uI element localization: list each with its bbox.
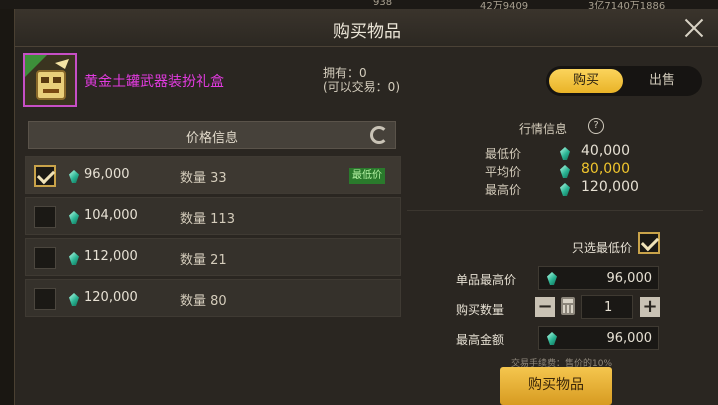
item-thumbnail: [23, 53, 77, 107]
gem-icon: [547, 272, 557, 285]
row-qty: 数量 113: [180, 208, 235, 227]
row-qty-value: 21: [210, 253, 227, 268]
sell-tab[interactable]: 出售: [625, 69, 699, 93]
row-price: 104,000: [84, 208, 138, 223]
gem-icon: [69, 170, 79, 183]
gift-box-icon: [25, 55, 75, 105]
market-avg-label: 平均价: [485, 165, 522, 179]
max-total-value: 96,000: [606, 331, 653, 346]
currency-c: 3亿7140万1886: [588, 1, 666, 9]
close-icon[interactable]: [681, 15, 707, 41]
market-min-label: 最低价: [485, 147, 522, 161]
quantity-label: 购买数量: [456, 303, 505, 317]
row-checkbox[interactable]: [34, 165, 56, 187]
gem-icon: [560, 165, 570, 178]
price-info-header: 价格信息: [28, 121, 396, 149]
lowest-price-badge: 最低价: [349, 168, 385, 184]
max-total-input[interactable]: 96,000: [538, 326, 659, 350]
gem-icon: [69, 293, 79, 306]
row-qty-label: 数量: [180, 212, 207, 227]
price-row[interactable]: 96,000 数量 33 最低价: [25, 156, 401, 194]
max-total-label: 最高金额: [456, 333, 505, 347]
gem-icon: [547, 332, 557, 345]
dialog-title: 购买物品: [333, 22, 401, 42]
gem-icon: [560, 147, 570, 160]
row-price: 96,000: [84, 167, 130, 182]
market-info-title: 行情信息: [519, 122, 568, 136]
row-qty-label: 数量: [180, 253, 207, 268]
row-qty-value: 33: [210, 171, 227, 186]
market-max-label: 最高价: [485, 183, 522, 197]
divider: [407, 210, 703, 211]
buy-tab[interactable]: 购买: [549, 69, 623, 93]
row-qty-label: 数量: [180, 294, 207, 309]
market-min-value: 40,000: [581, 143, 630, 159]
help-icon[interactable]: ?: [588, 118, 604, 134]
unit-max-price-value: 96,000: [606, 271, 653, 286]
owned-count: 拥有：0 (可以交易：0): [323, 66, 400, 94]
only-lowest-label: 只选最低价: [572, 241, 633, 255]
row-qty: 数量 21: [180, 249, 227, 268]
row-checkbox[interactable]: [34, 288, 56, 310]
row-price: 120,000: [84, 290, 138, 305]
item-name: 黄金土罐武器装扮礼盒: [84, 74, 224, 90]
currency-b: 42万9409: [480, 1, 529, 9]
unit-max-price-input[interactable]: 96,000: [538, 266, 659, 290]
refresh-icon[interactable]: [370, 126, 388, 144]
calculator-icon[interactable]: [561, 297, 575, 315]
owned-line: 拥有：0: [323, 66, 367, 80]
gem-icon: [69, 252, 79, 265]
price-info-panel: 价格信息 96,000 数量 33 最低价 104,000 数量 113 112…: [25, 120, 401, 317]
row-qty: 数量 80: [180, 290, 227, 309]
row-qty-label: 数量: [180, 171, 207, 186]
price-info-title: 价格信息: [185, 131, 238, 146]
market-avg-value: 80,000: [581, 161, 630, 177]
market-max-value: 120,000: [581, 179, 639, 195]
currency-a: 938: [373, 0, 393, 8]
gem-icon: [69, 211, 79, 224]
row-price: 112,000: [84, 249, 138, 264]
row-qty-value: 80: [210, 294, 227, 309]
row-qty: 数量 33: [180, 167, 227, 186]
gem-icon: [560, 183, 570, 196]
price-row[interactable]: 120,000 数量 80: [25, 279, 401, 317]
top-currency-bar: 938 42万9409 3亿7140万1886: [0, 0, 718, 9]
unit-max-price-label: 单品最高价: [456, 273, 517, 287]
increase-quantity-button[interactable]: +: [640, 297, 660, 317]
buy-sell-toggle: 购买 出售: [546, 66, 702, 96]
buy-item-button[interactable]: 购买物品: [500, 367, 612, 405]
row-checkbox[interactable]: [34, 206, 56, 228]
price-row[interactable]: 112,000 数量 21: [25, 238, 401, 276]
quantity-value: 1: [604, 300, 613, 315]
buy-item-dialog: 购买物品 黄金土罐武器装扮礼盒 拥有：0 (可以交易：0) 购买 出售 价格信息…: [14, 9, 718, 405]
decrease-quantity-button[interactable]: −: [535, 297, 555, 317]
row-checkbox[interactable]: [34, 247, 56, 269]
tradable-line: (可以交易：0): [323, 80, 400, 94]
only-lowest-checkbox[interactable]: [638, 232, 660, 254]
quantity-input[interactable]: 1: [581, 295, 633, 319]
row-qty-value: 113: [210, 212, 235, 227]
dialog-titlebar: 购买物品: [15, 9, 718, 47]
price-row[interactable]: 104,000 数量 113: [25, 197, 401, 235]
